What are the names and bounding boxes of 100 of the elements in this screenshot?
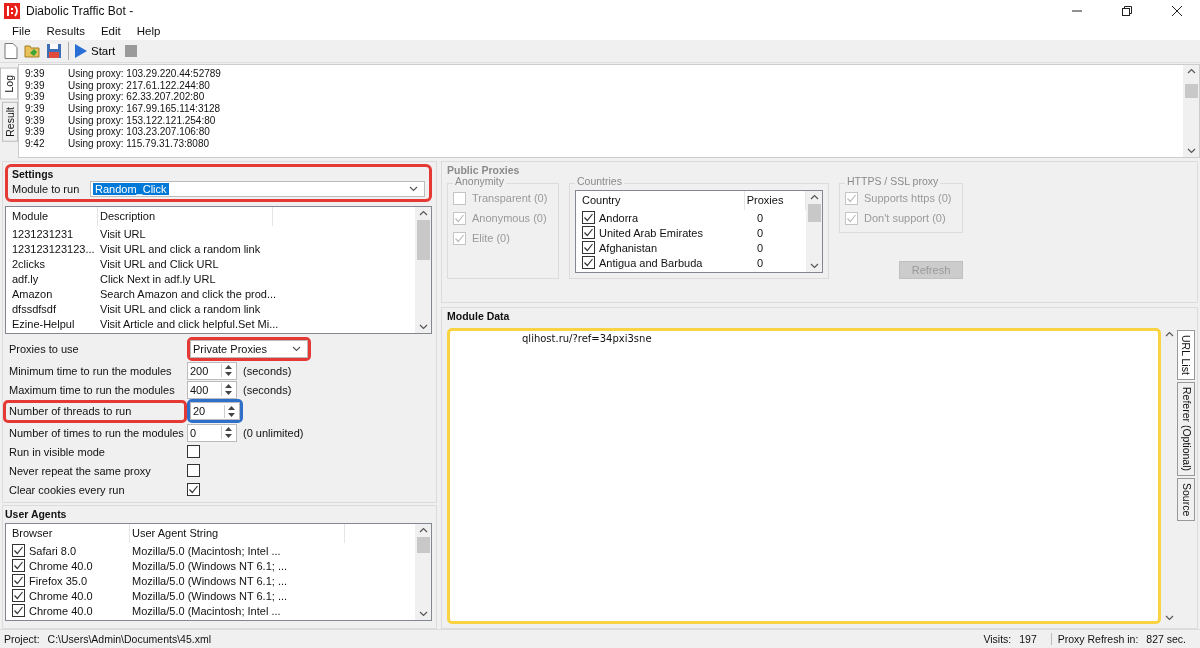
window-title: Diabolic Traffic Bot - <box>26 4 134 18</box>
log-message: Using proxy: 167.99.165.114:3128 <box>68 103 221 115</box>
scrollbar[interactable] <box>415 207 431 333</box>
column-header[interactable]: Module <box>10 207 98 226</box>
side-tab[interactable]: Source <box>1177 477 1195 522</box>
table-cell-text: Search Amazon and click the prod... <box>99 287 277 300</box>
project-path: C:\Users\Admin\Documents\45.xml <box>47 633 211 645</box>
table-cell: Firefox 35.0 <box>29 574 88 587</box>
side-tab[interactable]: Result <box>2 101 18 142</box>
checkbox[interactable] <box>582 211 595 224</box>
column-header[interactable]: Description <box>98 207 273 226</box>
scrollbar-thumb[interactable] <box>416 537 430 553</box>
field-label: Proxies to use <box>9 343 79 355</box>
checkbox[interactable] <box>582 256 595 269</box>
column-header[interactable]: User Agent String <box>130 524 345 543</box>
save-icon[interactable] <box>46 43 62 59</box>
field-label: Run in visible mode <box>9 445 105 458</box>
scroll-up-icon <box>1164 331 1174 337</box>
option-label: Anonymous (0) <box>472 212 547 224</box>
scrollbar-thumb[interactable] <box>1184 84 1198 98</box>
log-message: Using proxy: 217.61.122.244:80 <box>68 79 210 92</box>
field-label: Maximum time to run the modules <box>9 383 175 396</box>
url-text: qlihost.ru/?ref=34pxi3sne <box>521 333 652 344</box>
spin-field[interactable]: 20 <box>190 402 240 420</box>
checkbox[interactable] <box>12 589 25 602</box>
log-message: Using proxy: 153.122.121.254:80 <box>68 114 216 127</box>
scroll-down-icon <box>418 324 428 330</box>
checkbox[interactable] <box>582 226 595 239</box>
spin-down-icon[interactable] <box>225 391 232 395</box>
scroll-down-icon <box>809 263 819 269</box>
dropdown-caret-icon <box>409 186 418 192</box>
proxy-dropdown[interactable]: Private Proxies <box>190 340 308 358</box>
checkbox[interactable] <box>187 483 200 496</box>
module-dropdown[interactable]: Random_Click <box>90 181 425 197</box>
play-icon <box>75 44 87 58</box>
checkbox[interactable] <box>12 559 25 572</box>
menu-item[interactable]: Edit <box>92 25 129 37</box>
spin-field[interactable]: 200 <box>187 361 237 380</box>
spin-up-icon[interactable] <box>228 405 235 410</box>
spin-field[interactable]: 400 <box>187 380 237 399</box>
log-time: 9:39 <box>25 91 46 104</box>
scrollbar[interactable] <box>1183 65 1199 157</box>
scroll-down-icon <box>418 611 428 617</box>
table-cell: Safari 8.0 <box>29 544 77 557</box>
checkbox[interactable] <box>187 464 200 477</box>
table-cell-text: Visit Article and click helpful.Set Mi... <box>99 317 279 330</box>
table-cell-text: 123123123123... <box>11 242 96 255</box>
group-title: Countries <box>575 175 624 188</box>
scrollbar[interactable] <box>415 524 431 620</box>
side-tab[interactable]: Log <box>0 68 18 100</box>
spin-down-icon[interactable] <box>225 434 232 438</box>
table-cell-text: 0 <box>756 211 764 224</box>
checkbox[interactable] <box>187 445 200 458</box>
restore-icon[interactable] <box>1122 6 1132 16</box>
column-header[interactable]: Browser <box>10 524 130 543</box>
table-cell: Chrome 40.0 <box>29 604 93 617</box>
checkbox[interactable] <box>12 574 25 587</box>
table-cell-text: Visit URL and click a random link <box>99 242 261 255</box>
checkbox[interactable] <box>12 544 25 557</box>
spin-field[interactable]: 0 <box>187 423 237 442</box>
table-cell-text: 0 <box>756 226 764 239</box>
scrollbar-thumb[interactable] <box>416 220 430 260</box>
table-cell-text: 1231231231 <box>11 227 75 240</box>
close-icon[interactable] <box>1172 6 1182 16</box>
folder-icon[interactable] <box>24 43 40 59</box>
spin-up-icon[interactable] <box>225 384 232 388</box>
scroll-up-icon <box>1186 68 1196 74</box>
column-header[interactable]: Country <box>580 191 745 210</box>
spin-down-icon[interactable] <box>228 412 235 417</box>
checkbox[interactable] <box>12 604 25 617</box>
selected-text: Random_Click <box>93 183 169 195</box>
table-cell-text: Visit URL and click a random link <box>99 302 261 315</box>
log-message: Using proxy: 103.29.220.44:52789 <box>68 68 221 80</box>
start-button[interactable]: Start <box>75 44 120 58</box>
menu-item[interactable]: Results <box>38 25 93 37</box>
table-cell-text: dfssdfsdf <box>11 302 58 315</box>
scroll-down-icon <box>1164 615 1174 621</box>
field-label: Never repeat the same proxy <box>9 464 151 477</box>
scrollbar-thumb[interactable] <box>807 204 821 222</box>
side-tab[interactable]: URL List <box>1177 330 1195 380</box>
log-time: 9:39 <box>25 126 46 139</box>
text-area[interactable]: qlihost.ru/?ref=34pxi3sne <box>447 328 1161 624</box>
log-time: 9:39 <box>25 114 46 127</box>
table-cell-text: Mozilla/5.0 (Macintosh; Intel ... <box>131 604 281 617</box>
scroll-up-icon <box>418 210 428 216</box>
checkbox[interactable] <box>582 241 595 254</box>
table-cell-text: Mozilla/5.0 (Windows NT 6.1; ... <box>131 559 288 572</box>
menu-item[interactable]: File <box>4 25 39 37</box>
spin-up-icon[interactable] <box>225 365 232 369</box>
app-logo-icon <box>4 3 20 19</box>
field-label: Number of times to run the modules <box>9 426 184 439</box>
table-cell: Andorra <box>599 211 639 224</box>
scroll-up-icon <box>809 194 819 200</box>
scrollbar[interactable] <box>806 191 822 272</box>
spin-up-icon[interactable] <box>225 427 232 431</box>
side-tab[interactable]: Referer (Optional) <box>1177 381 1195 476</box>
spin-down-icon[interactable] <box>225 372 232 376</box>
menu-item[interactable]: Help <box>128 25 169 37</box>
new-file-icon[interactable] <box>4 43 18 59</box>
table-cell-text: Mozilla/5.0 (Windows NT 6.1; ... <box>131 574 288 587</box>
